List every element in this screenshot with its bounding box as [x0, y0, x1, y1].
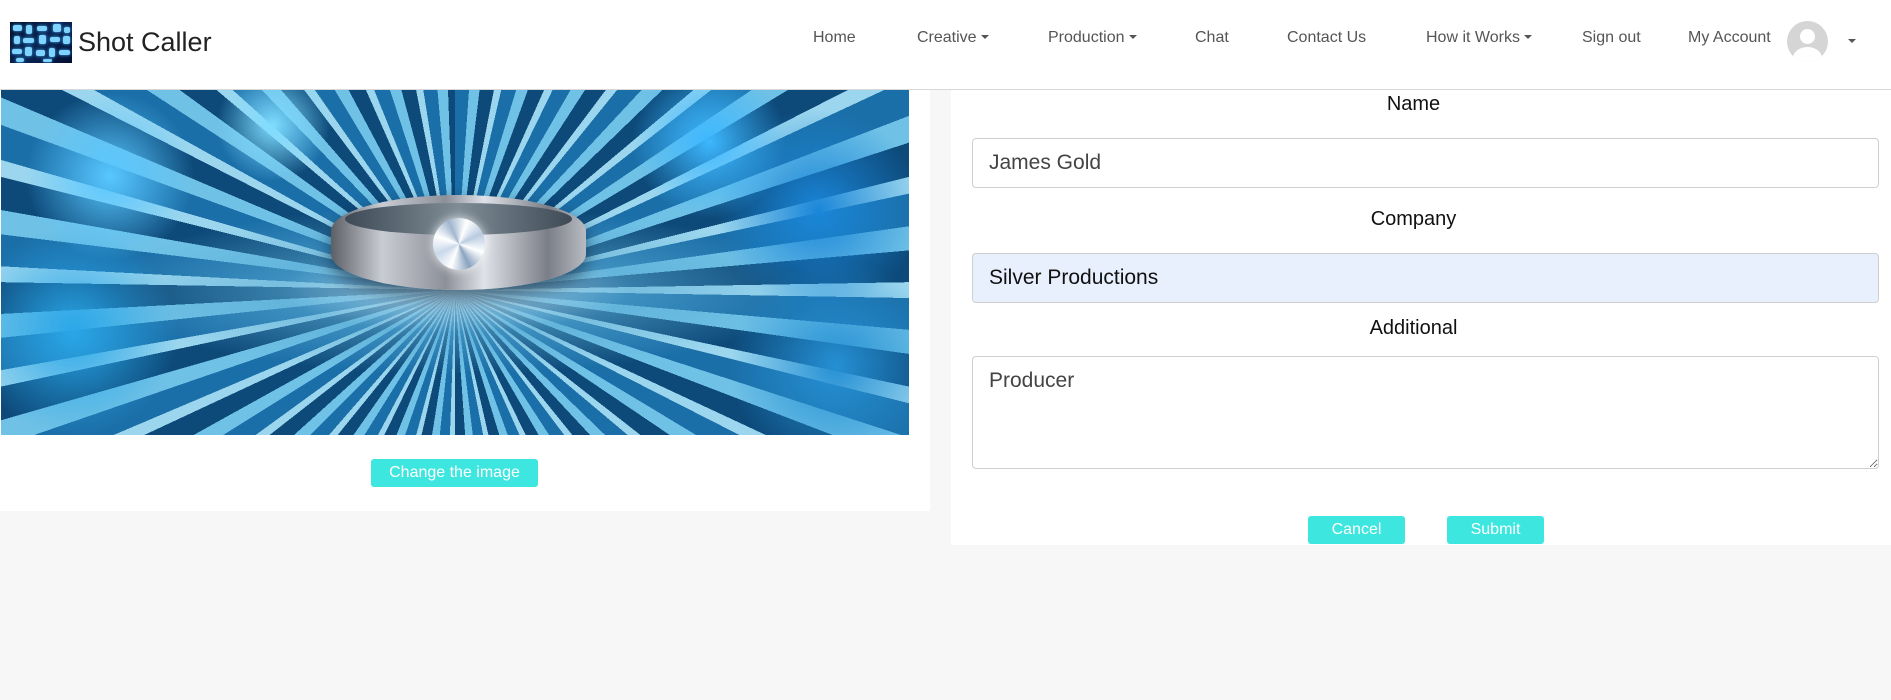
top-navbar: Shot Caller Home Creative Production Cha… [0, 0, 1891, 90]
account-menu-caret-icon[interactable] [1848, 39, 1856, 43]
additional-textarea[interactable]: Producer [972, 356, 1879, 469]
change-image-button[interactable]: Change the image [371, 459, 538, 487]
brand[interactable]: Shot Caller [10, 22, 212, 63]
submit-button[interactable]: Submit [1447, 516, 1544, 544]
mosaic-logo-icon [10, 22, 72, 63]
name-label: Name [1386, 93, 1441, 115]
image-panel: Change the image [0, 90, 930, 511]
nav-production-dropdown[interactable]: Production [1048, 29, 1137, 47]
caret-down-icon [980, 35, 989, 39]
nav-how-it-works-dropdown[interactable]: How it Works [1426, 29, 1532, 47]
nav-how-it-works-label: How it Works [1426, 29, 1520, 46]
cancel-button[interactable]: Cancel [1308, 516, 1405, 544]
company-label: Company [1370, 208, 1457, 230]
caret-down-icon [1128, 35, 1137, 39]
nav-creative-dropdown[interactable]: Creative [917, 29, 989, 47]
nav-production-label: Production [1048, 29, 1125, 46]
nav-sign-out[interactable]: Sign out [1582, 29, 1641, 47]
additional-label: Additional [1369, 317, 1458, 339]
nav-my-account[interactable]: My Account [1688, 29, 1771, 47]
nav-creative-label: Creative [917, 29, 977, 46]
diamond-shape [433, 218, 485, 270]
nav-contact-us[interactable]: Contact Us [1287, 29, 1366, 47]
nav-home[interactable]: Home [813, 29, 856, 47]
caret-down-icon [1523, 35, 1532, 39]
avatar-icon[interactable] [1787, 21, 1828, 62]
brand-name: Shot Caller [78, 27, 212, 57]
nav-chat[interactable]: Chat [1195, 29, 1229, 47]
hero-ring-image [1, 90, 909, 435]
name-input[interactable] [972, 138, 1879, 188]
company-input[interactable] [972, 253, 1879, 303]
profile-form: Name Company Additional Producer Cancel … [951, 90, 1891, 545]
